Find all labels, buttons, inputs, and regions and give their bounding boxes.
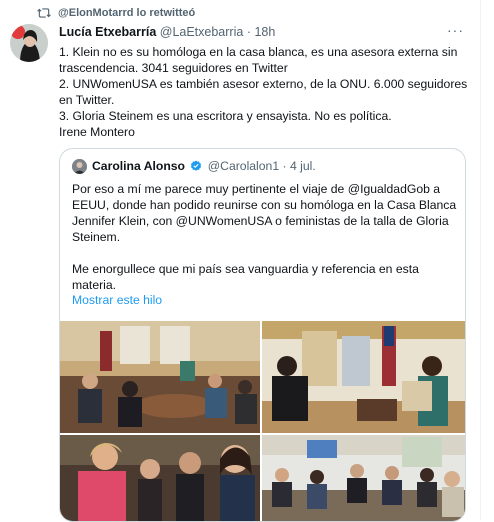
tweet-time[interactable]: · 18h <box>247 25 276 39</box>
show-thread-link[interactable]: Mostrar este hilo <box>72 293 162 307</box>
quoted-time: · 4 jul. <box>282 159 316 173</box>
author-handle[interactable]: @LaEtxebarria <box>160 25 244 39</box>
tweet-line: en Twitter. <box>59 93 115 107</box>
retweet-icon <box>37 8 51 18</box>
quoted-line: materia. <box>72 278 117 292</box>
tweet-line: Irene Montero <box>59 125 135 139</box>
quoted-tweet[interactable]: Carolina Alonso @Carolalon1 · 4 jul. Por… <box>59 148 466 522</box>
tweet-header: Lucía Etxebarría @LaEtxebarria · 18h <box>59 25 275 39</box>
tweet-line: 1. Klein no es su homóloga en la casa bl… <box>59 45 458 59</box>
author-name[interactable]: Lucía Etxebarría <box>59 25 156 39</box>
more-options-icon[interactable]: ··· <box>447 22 464 38</box>
photo-2[interactable] <box>262 321 465 433</box>
quoted-line: Me enorgullece que mi país sea vanguardi… <box>72 262 419 276</box>
photo-1[interactable] <box>60 321 260 433</box>
quoted-avatar <box>72 159 87 174</box>
photo-3[interactable] <box>60 435 260 521</box>
quoted-line: EEUU, donde han podido reunirse con su h… <box>72 198 457 212</box>
avatar[interactable] <box>10 24 48 62</box>
verified-badge-icon <box>191 160 202 171</box>
photo-4[interactable] <box>262 435 465 521</box>
tweet-text: 1. Klein no es su homóloga en la casa bl… <box>59 44 467 140</box>
quoted-author-handle: @Carolalon1 <box>207 159 280 173</box>
quoted-line: Por eso a mí me parece muy pertinente el… <box>72 182 441 196</box>
quoted-line <box>72 245 456 261</box>
quoted-text: Por eso a mí me parece muy pertinente el… <box>72 181 456 293</box>
quoted-author-name: Carolina Alonso <box>92 159 185 173</box>
quoted-header: Carolina Alonso @Carolalon1 · 4 jul. <box>92 159 316 173</box>
tweet[interactable]: @ElonMotarrd lo retwitteó Lucía Etxebarr… <box>0 0 481 522</box>
tweet-line: trascendencia. 3041 seguidores en Twitte… <box>59 61 288 75</box>
tweet-line: 2. UNWomenUSA es también asesor externo,… <box>59 77 468 91</box>
photo-grid <box>60 321 465 521</box>
quoted-line: Steinem. <box>72 230 121 244</box>
quoted-line: Jennifer Klein, con @UNWomenUSA o femini… <box>72 214 449 228</box>
retweet-label[interactable]: @ElonMotarrd lo retwitteó <box>58 7 195 19</box>
tweet-line: 3. Gloria Steinem es una escritora y ens… <box>59 109 392 123</box>
